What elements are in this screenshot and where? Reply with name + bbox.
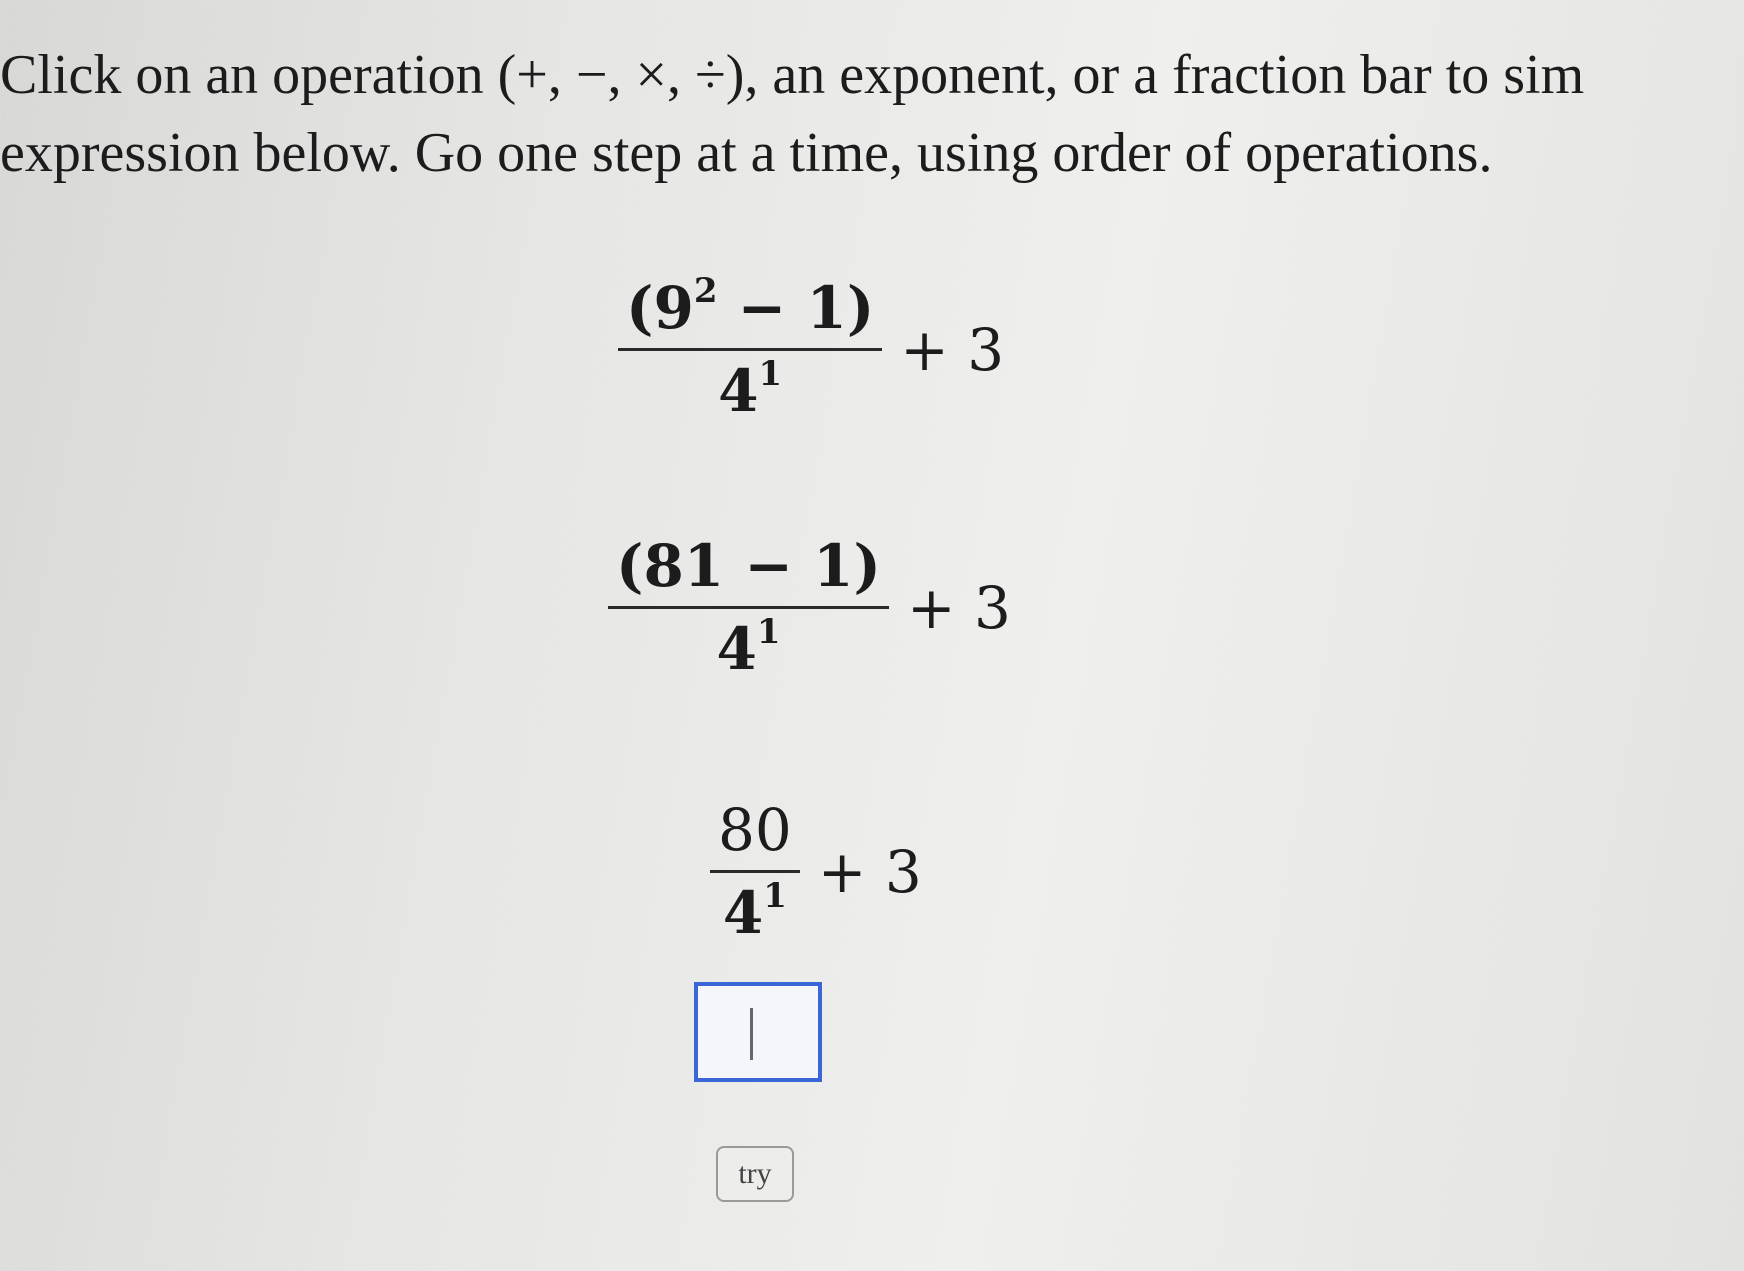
denominator-base: 4 xyxy=(716,615,757,683)
plus-operation: + 3 xyxy=(906,573,1011,642)
instructions: Click on an operation (+, −, ×, ÷), an e… xyxy=(0,36,1744,192)
expression-step-1: (92 − 1) 41 + 3 xyxy=(618,272,1004,427)
answer-input[interactable] xyxy=(694,982,822,1082)
text-cursor xyxy=(750,1008,753,1060)
plus-operation[interactable]: + 3 xyxy=(900,316,1004,384)
expression-step-3: 80 41 + 3 xyxy=(710,794,922,949)
denominator-base: 4 xyxy=(718,357,759,425)
expression-step-2: (81 − 1) 41 + 3 xyxy=(608,530,1011,685)
denominator-base: 4 xyxy=(722,879,764,947)
fraction-bar-1[interactable] xyxy=(618,348,883,351)
fraction-1-denominator: 41 xyxy=(710,355,790,427)
fraction-3: 80 41 xyxy=(710,794,800,949)
exponent-1: 1 xyxy=(756,612,781,652)
fraction-1-numerator: (92 − 1) xyxy=(618,272,882,344)
instructions-line-1: Click on an operation (+, −, ×, ÷), an e… xyxy=(0,44,1585,106)
plus-operation: + 3 xyxy=(817,837,922,906)
numerator-open: (9 xyxy=(626,274,694,342)
instructions-line-2: expression below. Go one step at a time,… xyxy=(0,122,1493,184)
fraction-bar-3 xyxy=(710,870,800,873)
fraction-3-numerator: 80 xyxy=(718,796,792,864)
numerator-rest: − 1) xyxy=(717,274,875,342)
exponent-2[interactable]: 2 xyxy=(694,271,718,311)
fraction-bar-2 xyxy=(608,606,889,609)
exponent-1: 1 xyxy=(763,876,787,916)
fraction-2: (81 − 1) 41 xyxy=(608,530,889,685)
exponent-1[interactable]: 1 xyxy=(758,354,782,394)
fraction-3-denominator: 41 xyxy=(715,877,795,949)
fraction-1: (92 − 1) 41 xyxy=(618,272,883,427)
fraction-2-numerator: (81 − 1) xyxy=(616,532,881,600)
fraction-2-denominator: 41 xyxy=(708,613,788,685)
try-button[interactable]: try xyxy=(716,1146,794,1202)
